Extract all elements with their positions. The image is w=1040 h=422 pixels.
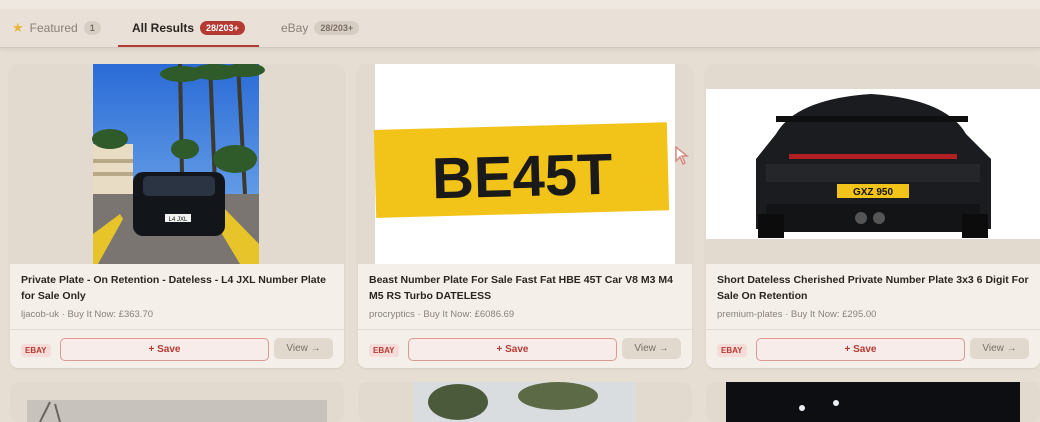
listing-image[interactable] xyxy=(10,382,344,422)
save-button[interactable]: + Save xyxy=(60,338,269,361)
divider xyxy=(10,329,344,330)
listing-card[interactable]: GXZ 950 Short Dateless Cherished Private… xyxy=(706,64,1040,368)
plate-text: L4 JXL xyxy=(169,217,188,223)
tab-label: Featured xyxy=(29,20,78,35)
divider xyxy=(358,329,692,330)
listing-title[interactable]: Private Plate - On Retention - Dateless … xyxy=(21,272,333,304)
listing-card-partial[interactable] xyxy=(706,382,1040,422)
divider xyxy=(706,329,1040,330)
listing-image[interactable]: GXZ 950 xyxy=(706,64,1040,264)
plate-text: BE45T xyxy=(431,142,613,212)
plate-text: GXZ 950 xyxy=(853,187,893,198)
tab-count-badge: 28/203+ xyxy=(200,20,245,35)
listing-title[interactable]: Beast Number Plate For Sale Fast Fat HBE… xyxy=(369,272,681,304)
tab-count-badge: 1 xyxy=(83,20,101,35)
save-button[interactable]: + Save xyxy=(408,338,617,361)
listing-card-partial[interactable] xyxy=(10,382,344,422)
listing-meta: procryptics · Buy It Now: £6086.69 xyxy=(369,309,515,320)
listing-image[interactable]: BE45T xyxy=(358,64,692,264)
star-icon: ★ xyxy=(12,19,24,35)
save-button[interactable]: + Save xyxy=(756,338,965,361)
results-tabs: ★ Featured 1 All Results 28/203+ eBay 28… xyxy=(0,9,1040,48)
tab-ebay[interactable]: eBay 28/203+ xyxy=(281,9,360,46)
listing-card[interactable]: BE45T Beast Number Plate For Sale Fast F… xyxy=(358,64,692,368)
listing-title[interactable]: Short Dateless Cherished Private Number … xyxy=(717,272,1029,304)
mouse-cursor-icon xyxy=(675,145,691,171)
view-button[interactable]: View → xyxy=(274,338,333,359)
tab-label: All Results xyxy=(132,20,195,35)
source-badge: EBAY xyxy=(717,344,747,357)
listing-image[interactable] xyxy=(706,382,1040,422)
source-badge: EBAY xyxy=(369,344,399,357)
listing-card-partial[interactable] xyxy=(358,382,692,422)
tab-label: eBay xyxy=(281,20,309,35)
tab-count-badge: 28/203+ xyxy=(314,20,360,35)
listing-card[interactable]: L4 JXL Private Plate - On Retention - Da… xyxy=(10,64,344,368)
tab-featured[interactable]: ★ Featured 1 xyxy=(12,9,101,46)
listing-meta: premium-plates · Buy It Now: £295.00 xyxy=(717,309,877,320)
source-badge: EBAY xyxy=(21,344,51,357)
listing-meta: ljacob-uk · Buy It Now: £363.70 xyxy=(21,309,154,320)
listing-image[interactable]: L4 JXL xyxy=(10,64,344,264)
view-button[interactable]: View → xyxy=(622,338,681,359)
view-button[interactable]: View → xyxy=(970,338,1029,359)
listing-image[interactable] xyxy=(358,382,692,422)
tab-all-results[interactable]: All Results 28/203+ xyxy=(118,9,259,47)
